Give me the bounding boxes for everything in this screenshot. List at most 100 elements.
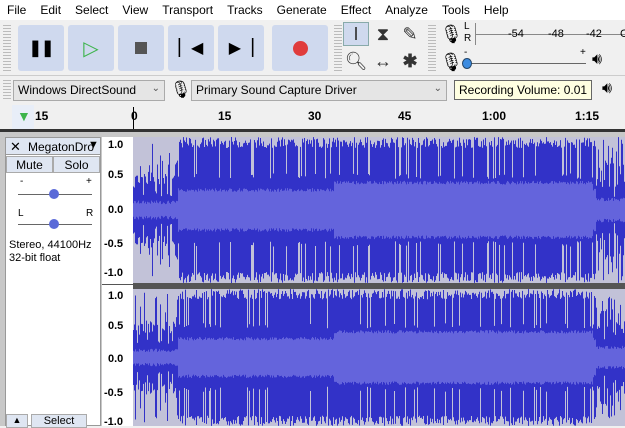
stop-icon	[135, 42, 147, 54]
chevron-down-icon: ⌄	[151, 83, 160, 94]
play-triangle-icon: ▼	[17, 108, 31, 124]
draw-tool[interactable]: ✎	[397, 22, 423, 46]
timeline-tick: 45	[398, 109, 412, 123]
pause-icon: ❚❚	[28, 40, 55, 57]
menu-analyze[interactable]: Analyze	[378, 3, 435, 17]
vertical-scale: 1.0 0.5 0.0 -0.5 -1.0 1.0 0.5 0.0 -0.5 -…	[102, 137, 133, 428]
audio-host-value: Windows DirectSound	[18, 83, 137, 97]
recording-volume-slider[interactable]: - +	[462, 47, 588, 71]
tooltip: Recording Volume: 0.01	[454, 80, 593, 100]
selection-tool[interactable]: I	[343, 22, 369, 46]
scale-label: -0.5	[104, 387, 123, 399]
envelope-tool[interactable]: ⧗	[370, 22, 396, 46]
envelope-icon: ⧗	[376, 23, 390, 44]
microphone-icon: 🎙︎	[170, 80, 192, 99]
device-grip[interactable]	[3, 80, 11, 100]
timeline-tick: 30	[308, 109, 322, 123]
skip-end-icon: ▶▕	[228, 40, 254, 57]
scale-label: 0.0	[108, 353, 124, 365]
menu-transport[interactable]: Transport	[155, 3, 220, 17]
toolbar-grip[interactable]	[3, 25, 11, 73]
menu-select[interactable]: Select	[68, 3, 115, 17]
channel-2-rms	[133, 330, 625, 385]
meter-r-label: R	[464, 33, 472, 44]
zoom-tool[interactable]: 🔍︎	[343, 49, 369, 73]
slider-plus: +	[580, 47, 586, 58]
meter-tick: C	[620, 28, 625, 40]
speaker-icon: 🔊︎	[592, 51, 603, 68]
pan-l: L	[18, 208, 24, 219]
slider-minus: -	[464, 47, 468, 58]
skip-start-icon: ▏◀	[178, 40, 204, 57]
pencil-icon: ✎	[402, 23, 418, 44]
menu-file[interactable]: File	[0, 3, 33, 17]
track-name-menu[interactable]: MegatonDro	[28, 140, 94, 154]
multi-tool[interactable]: ✱	[397, 49, 423, 73]
gain-minus: -	[20, 176, 24, 187]
skip-end-button[interactable]: ▶▕	[218, 25, 264, 71]
triangle-down-icon: ▼	[88, 139, 99, 151]
menu-tracks[interactable]: Tracks	[220, 3, 270, 17]
meter-tick: -54	[508, 28, 524, 40]
menu-bar: File Edit Select View Transport Tracks G…	[0, 0, 625, 20]
scale-label: 0.0	[108, 204, 124, 216]
timeshift-tool[interactable]: ↔	[370, 49, 396, 73]
track-control-panel: ✕ MegatonDro ▼ Mute Solo - + L R Stereo,…	[5, 137, 101, 428]
scale-label: 1.0	[108, 290, 124, 302]
recording-device-value: Primary Sound Capture Driver	[196, 83, 357, 97]
solo-button[interactable]: Solo	[53, 156, 100, 173]
menu-effect[interactable]: Effect	[334, 3, 378, 17]
menu-generate[interactable]: Generate	[270, 3, 334, 17]
meter-tick: -48	[548, 28, 564, 40]
mute-button[interactable]: Mute	[6, 156, 53, 173]
toolbar: ❚❚ ▷ ▏◀ ▶▕ I ⧗ ✎ 🔍︎ ↔ ✱ 🎙︎ L R -54 -48 -…	[0, 21, 625, 76]
track-info: Stereo, 44100Hz 32-bit float	[9, 239, 92, 265]
waveform[interactable]	[133, 137, 625, 426]
skip-start-button[interactable]: ▏◀	[168, 25, 214, 71]
scale-label: -0.5	[104, 238, 123, 250]
timeline-tick: 1:00	[482, 109, 507, 123]
meter-l-label: L	[464, 21, 470, 32]
microphone-icon: 🎙︎	[440, 24, 463, 44]
record-button[interactable]	[272, 25, 328, 71]
close-track-button[interactable]: ✕	[10, 139, 21, 155]
gain-plus: +	[86, 176, 92, 187]
meter-tick: -42	[586, 28, 602, 40]
track-format: Stereo, 44100Hz	[9, 239, 92, 251]
audio-host-select[interactable]: Windows DirectSound ⌄	[13, 80, 165, 101]
scale-label: 0.5	[108, 320, 124, 332]
menu-tools[interactable]: Tools	[435, 3, 477, 17]
recording-meter[interactable]: -54 -48 -42 C	[475, 23, 625, 45]
scale-label: -1.0	[104, 267, 123, 279]
menu-view[interactable]: View	[115, 3, 155, 17]
pan-slider-thumb[interactable]	[49, 219, 59, 229]
timeline-tick: 1:15	[575, 109, 600, 123]
timeline-ruler[interactable]: ▼ 15 0 15 30 45 1:00 1:15	[0, 105, 625, 132]
gain-slider-thumb[interactable]	[49, 189, 59, 199]
stop-button[interactable]	[118, 25, 164, 71]
slider-thumb[interactable]	[462, 58, 472, 69]
play-head-area[interactable]: ▼	[12, 105, 34, 129]
double-arrow-icon: ↔	[374, 50, 392, 71]
menu-edit[interactable]: Edit	[33, 3, 68, 17]
speaker-icon: 🔊︎	[602, 80, 613, 97]
meter-grip[interactable]	[428, 25, 436, 73]
pause-button[interactable]: ❚❚	[18, 25, 64, 71]
play-button[interactable]: ▷	[68, 25, 114, 71]
i-beam-icon: I	[353, 23, 359, 44]
play-icon: ▷	[83, 37, 99, 60]
timeline-tick: 15	[35, 109, 49, 123]
tools-grip[interactable]	[334, 25, 342, 73]
pan-r: R	[86, 208, 94, 219]
timeline-tick: 0	[131, 109, 138, 123]
scale-label: 1.0	[108, 139, 124, 151]
track-bitdepth: 32-bit float	[9, 252, 61, 264]
scale-label: -1.0	[104, 416, 123, 428]
channel-1-rms	[133, 180, 625, 240]
menu-help[interactable]: Help	[477, 3, 516, 17]
channel-separator	[133, 283, 625, 289]
microphone-icon: 🎙︎	[440, 52, 463, 72]
recording-device-select[interactable]: Primary Sound Capture Driver ⌄	[191, 80, 447, 101]
timeline-tick: 15	[218, 109, 232, 123]
record-icon	[292, 40, 308, 56]
